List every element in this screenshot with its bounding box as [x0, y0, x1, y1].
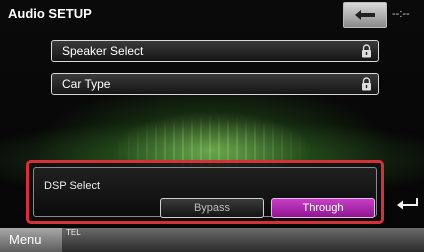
car-type-label: Car Type: [62, 77, 111, 91]
tel-indicator: TEL: [66, 228, 81, 237]
car-type-button[interactable]: Car Type: [51, 73, 379, 95]
speaker-select-button[interactable]: Speaker Select: [51, 40, 379, 62]
lock-icon: [362, 44, 371, 58]
back-button[interactable]: [343, 2, 387, 28]
return-arrow-icon: [397, 198, 418, 210]
back-arrow-icon: [355, 10, 375, 20]
audio-setup-screen: Audio SETUP --:-- Speaker Select Car Typ…: [0, 0, 424, 252]
clock: --:--: [392, 8, 410, 20]
speaker-select-label: Speaker Select: [62, 44, 144, 58]
lock-icon: [362, 77, 371, 91]
menu-button[interactable]: Menu: [0, 228, 62, 252]
page-title: Audio SETUP: [8, 6, 92, 21]
return-button[interactable]: [392, 193, 424, 215]
bottom-bar: [0, 228, 424, 252]
through-button[interactable]: Through: [271, 198, 375, 218]
dsp-select-panel: DSP Select Bypass Through: [26, 160, 384, 224]
dsp-select-inner: DSP Select Bypass Through: [33, 167, 377, 218]
dsp-select-label: DSP Select: [44, 180, 101, 192]
bypass-button[interactable]: Bypass: [160, 198, 264, 218]
